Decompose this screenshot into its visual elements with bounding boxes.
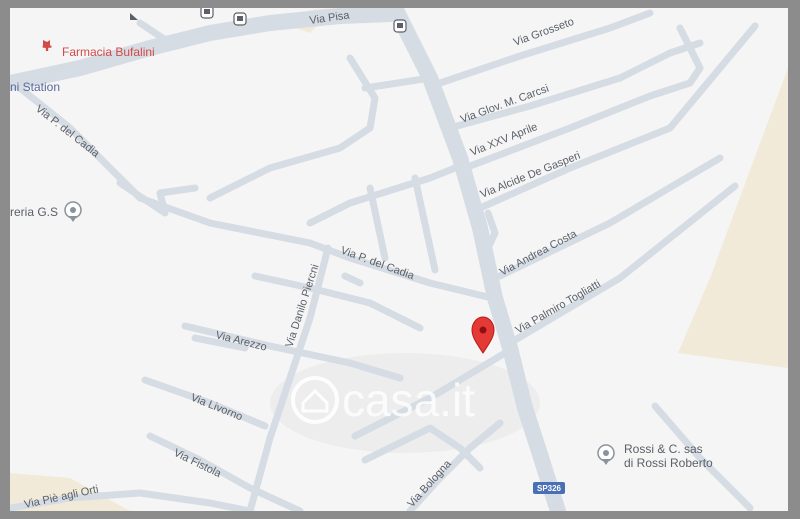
poi-label-reria-gs: reria G.S: [10, 205, 58, 219]
pharmacy-poi[interactable]: ✚ Farmacia Bufalini: [42, 40, 155, 59]
map-frame: Via Pisa Via Grosseto Via Glov. M. Carcs…: [0, 0, 800, 519]
street-label-via-p-del-cadia-west: Via P. del Cadia: [33, 103, 102, 161]
bus-stop-icon[interactable]: [200, 8, 214, 19]
map-canvas[interactable]: Via Pisa Via Grosseto Via Glov. M. Carcs…: [10, 8, 788, 511]
poi-reria-gs[interactable]: reria G.S: [10, 201, 82, 222]
bus-stop-icon[interactable]: [393, 19, 407, 33]
road-minor-7: [484, 209, 499, 252]
poi-label-station[interactable]: ni Station: [10, 80, 60, 94]
place-pin-icon: [597, 444, 615, 465]
road-via-grosseto: [436, 9, 654, 87]
road-minor-1: [251, 272, 424, 332]
road-minor-5: [341, 272, 364, 287]
road-northwest-loop: [206, 54, 379, 202]
bus-stop-icon[interactable]: [233, 12, 247, 26]
svg-text:✚: ✚: [42, 40, 52, 54]
street-label-via-livorno: Via Livorno: [189, 392, 244, 424]
road-minor-3: [411, 174, 439, 274]
transit-arrow-icon: [130, 13, 138, 20]
street-label-via-andrea-costa: Via Andrea Costa: [498, 228, 580, 279]
route-badge-label: SP326: [537, 484, 562, 493]
pharmacy-icon: ✚: [42, 40, 52, 54]
place-pin-icon: [64, 201, 82, 222]
street-label-via-palmiro-togliatti: Via Palmiro Togliatti: [514, 278, 603, 336]
watermark-text: casa.it: [342, 374, 475, 426]
road-via-p-del-cadia: [16, 84, 504, 304]
street-label-via-bologna: Via Bologna: [405, 457, 454, 510]
poi-label-rossi-line1: Rossi & C. sas: [624, 442, 703, 456]
road-minor-4: [306, 164, 459, 227]
poi-label-farmacia-bufalini: Farmacia Bufalini: [62, 45, 155, 59]
poi-label-rossi-line2: di Rossi Roberto: [624, 456, 713, 470]
road-small-loop: [116, 179, 199, 217]
street-label-via-fistola: Via Fistola: [172, 447, 224, 481]
poi-rossi-sas[interactable]: Rossi & C. sas di Rossi Roberto: [597, 442, 713, 470]
map-viewport[interactable]: Via Pisa Via Grosseto Via Glov. M. Carcs…: [10, 8, 788, 511]
location-marker-icon[interactable]: [471, 316, 495, 354]
road-minor-8: [361, 74, 434, 92]
